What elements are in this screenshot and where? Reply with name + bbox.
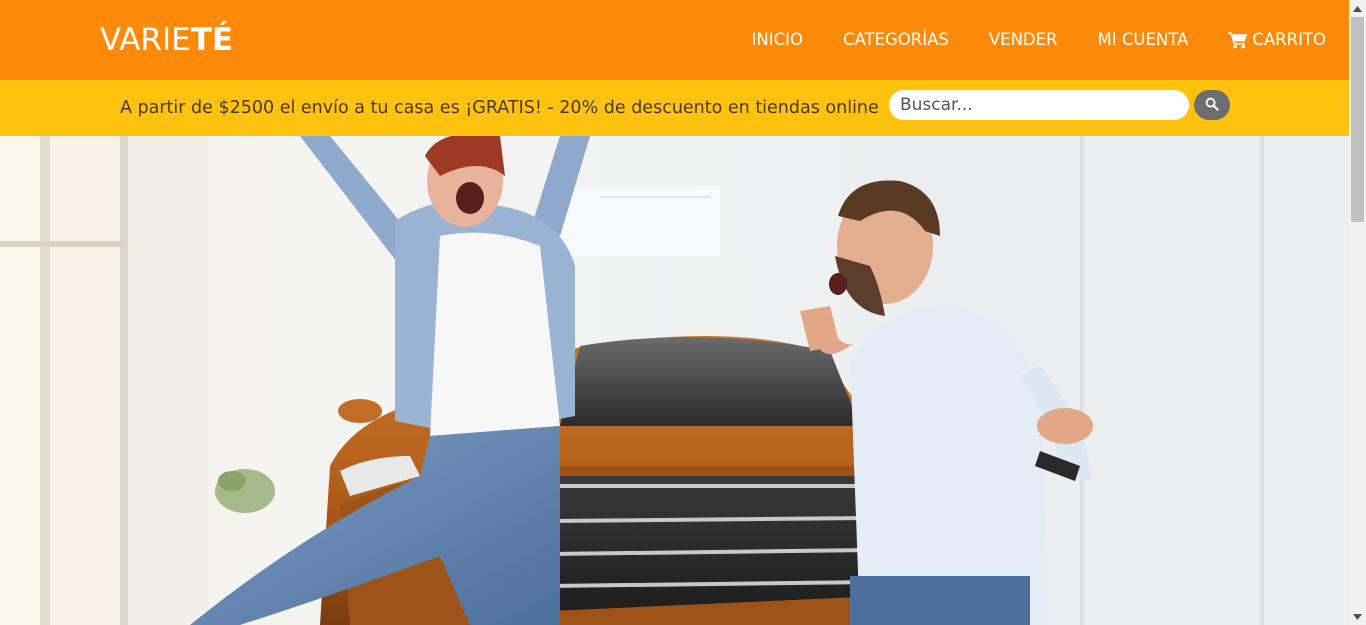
nav-link-label: CATEGORÍAS [842,30,949,49]
scrollbar-thumb[interactable] [1351,17,1364,222]
brand-logo[interactable]: VARIETÉ [100,20,233,60]
page: VARIETÉ INICIO CATEGORÍAS VENDER MI CUEN… [0,0,1366,625]
nav-link-label: VENDER [988,30,1058,49]
promo-text: A partir de $2500 el envío a tu casa es … [120,98,879,118]
search-input[interactable] [889,90,1189,120]
main-nav: INICIO CATEGORÍAS VENDER MI CUENTA CARRI… [712,0,1327,80]
promo-bar: A partir de $2500 el envío a tu casa es … [0,80,1349,136]
hero-banner [0,136,1349,625]
search-icon [1205,97,1219,114]
nav-link-label: MI CUENTA [1097,30,1189,49]
search-form [889,90,1230,120]
page-scrollbar[interactable] [1349,0,1366,625]
nav-link-label: INICIO [751,30,803,49]
logo-text-bold: TÉ [190,22,234,58]
nav-link-categorias[interactable]: CATEGORÍAS [843,29,949,51]
scroll-down-arrow-icon[interactable] [1349,608,1366,625]
search-button[interactable] [1194,90,1230,120]
nav-link-inicio[interactable]: INICIO [752,29,803,51]
hero-image [0,136,1349,625]
top-navbar: VARIETÉ INICIO CATEGORÍAS VENDER MI CUEN… [0,0,1349,80]
nav-link-vender[interactable]: VENDER [989,29,1058,51]
nav-link-carrito[interactable]: CARRITO [1228,29,1326,51]
logo-text-light: VARIE [100,22,191,58]
scroll-up-arrow-icon[interactable] [1349,0,1366,17]
nav-link-label: CARRITO [1252,30,1326,49]
shopping-cart-icon [1228,31,1248,49]
nav-link-mi-cuenta[interactable]: MI CUENTA [1098,29,1189,51]
